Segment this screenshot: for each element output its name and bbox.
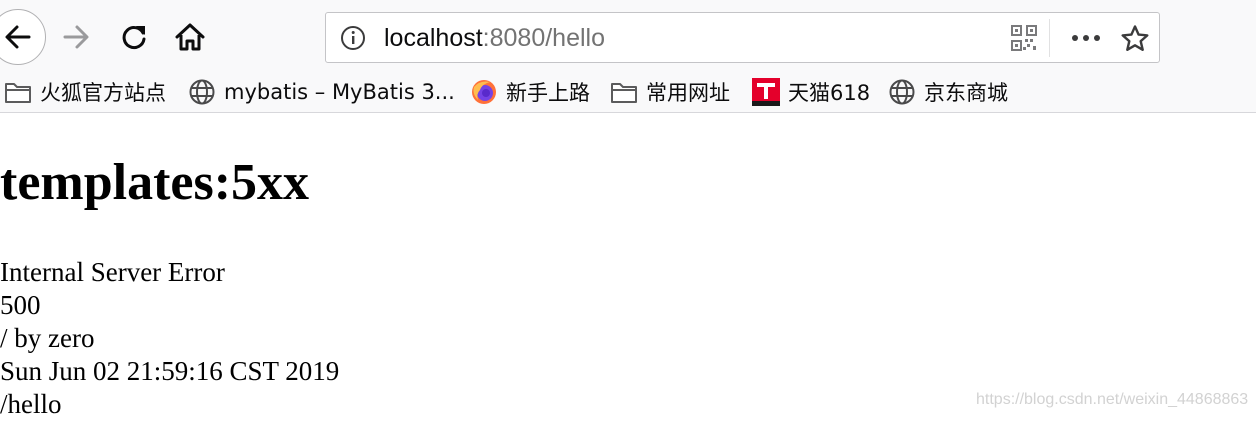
watermark: https://blog.csdn.net/weixin_44868863 — [976, 391, 1249, 408]
folder-icon — [5, 83, 31, 103]
globe-icon — [889, 79, 915, 105]
bookmark-common-sites[interactable]: 常用网址 — [610, 76, 730, 108]
back-button[interactable] — [0, 9, 46, 65]
url-path: :8080/hello — [482, 24, 605, 52]
bookmark-label: 火狐官方站点 — [40, 81, 166, 105]
bookmark-mybatis[interactable]: mybatis – MyBatis 3... — [188, 76, 455, 108]
info-icon[interactable] — [340, 25, 366, 51]
arrow-right-icon — [63, 25, 89, 49]
bookmark-jd[interactable]: 京东商城 — [888, 76, 1008, 108]
bookmark-label: 新手上路 — [506, 81, 590, 105]
tmall-icon — [752, 78, 780, 106]
bookmark-getting-started[interactable]: 新手上路 — [470, 76, 590, 108]
navigation-toolbar: localhost:8080/hello — [0, 0, 1256, 72]
bookmark-tmall[interactable]: 天猫618 — [752, 76, 870, 108]
bookmark-label: 京东商城 — [924, 81, 1008, 105]
bookmark-label: mybatis – MyBatis 3... — [224, 80, 455, 104]
bookmarks-toolbar: 火狐官方站点 mybatis – MyBatis 3... 新手上路 常用网址 — [0, 72, 1256, 113]
more-dots-icon[interactable] — [1070, 26, 1102, 50]
qr-code-icon[interactable] — [1011, 25, 1037, 51]
error-message: Internal Server Error — [0, 257, 225, 287]
url-bar[interactable]: localhost:8080/hello — [325, 12, 1160, 63]
folder-icon — [611, 83, 637, 103]
home-button[interactable] — [162, 9, 218, 65]
status-code: 500 — [0, 290, 41, 320]
forward-button[interactable] — [48, 9, 104, 65]
exception-message: / by zero — [0, 323, 95, 353]
error-details: Internal Server Error 500 / by zero Sun … — [0, 256, 339, 421]
bookmark-label: 常用网址 — [646, 81, 730, 105]
reload-button[interactable] — [106, 9, 162, 65]
globe-icon — [189, 79, 215, 105]
arrow-left-icon — [5, 25, 31, 49]
url-bar-separator — [1049, 19, 1050, 57]
home-icon — [175, 23, 205, 51]
star-icon[interactable] — [1120, 24, 1150, 54]
request-path: /hello — [0, 389, 62, 419]
url-text[interactable]: localhost:8080/hello — [384, 24, 605, 52]
bookmark-firefox-official[interactable]: 火狐官方站点 — [4, 76, 166, 108]
reload-icon — [122, 26, 146, 49]
timestamp: Sun Jun 02 21:59:16 CST 2019 — [0, 356, 340, 386]
url-host: localhost — [384, 24, 483, 52]
page-content: templates:5xx Internal Server Error 500 … — [0, 113, 1256, 419]
firefox-icon — [472, 80, 496, 104]
page-title: templates:5xx — [0, 154, 310, 211]
bookmark-label: 天猫618 — [788, 81, 871, 105]
